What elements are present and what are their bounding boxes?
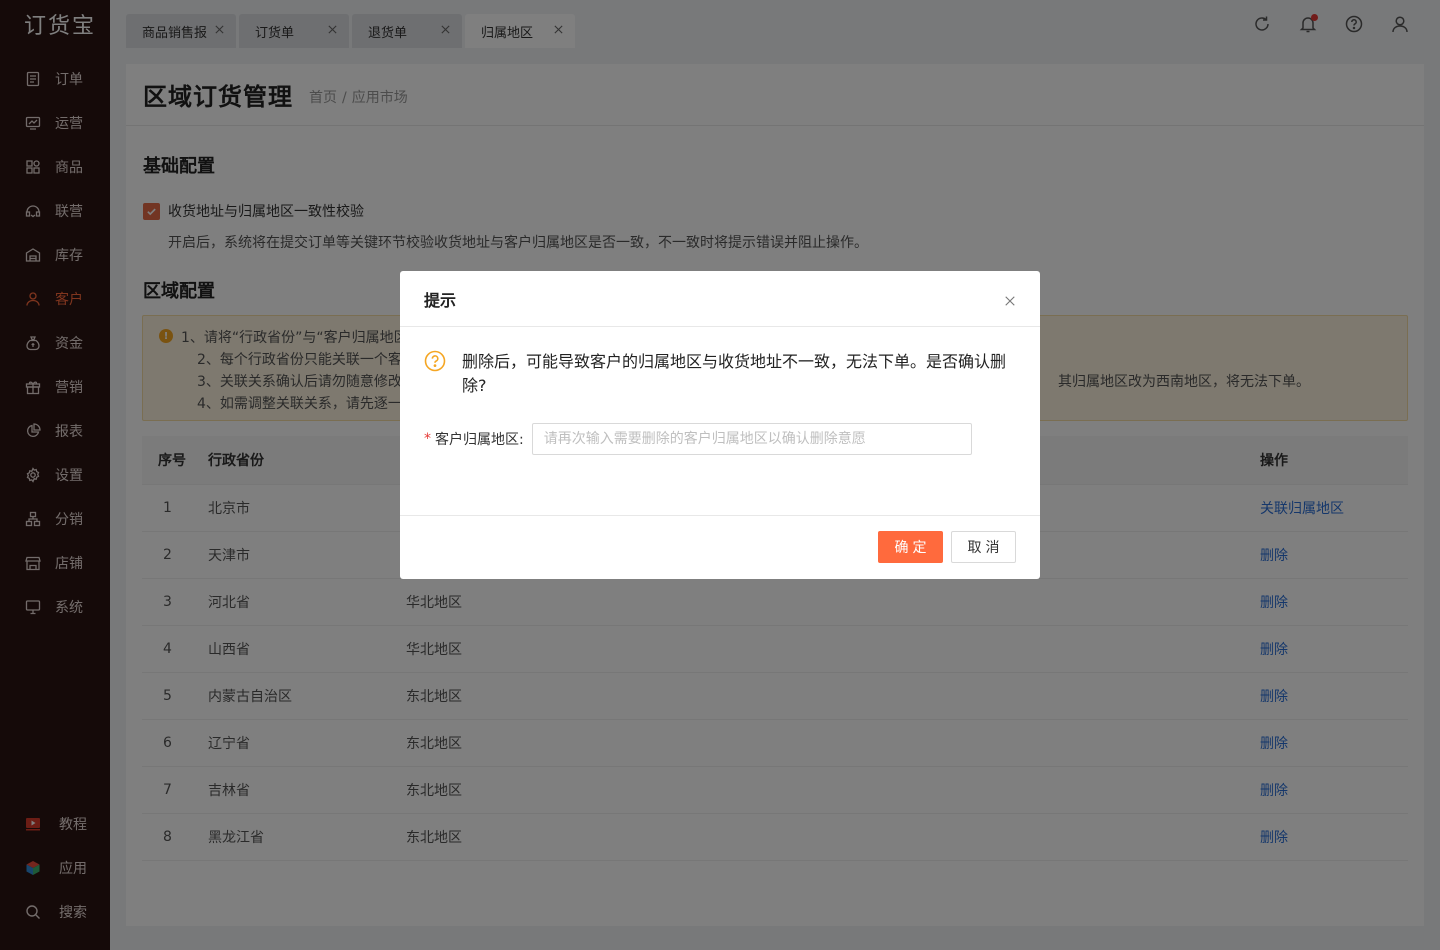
dialog-message-text: 删除后，可能导致客户的归属地区与收货地址不一致，无法下单。是否确认删除? xyxy=(462,352,1007,395)
required-mark: * xyxy=(424,431,431,447)
dialog-message: 删除后，可能导致客户的归属地区与收货地址不一致，无法下单。是否确认删除? xyxy=(424,350,1014,398)
delete-confirm-dialog: 提示 删除后，可能导致客户的归属地区与收货地址不一致，无法下单。是否确认删除? … xyxy=(400,271,1040,579)
dialog-form: * 客户归属地区: xyxy=(424,423,972,455)
region-confirm-input[interactable] xyxy=(531,423,972,455)
region-field-label: 客户归属地区: xyxy=(435,432,524,448)
dialog-title: 提示 xyxy=(424,290,457,310)
dialog-footer: 确定 取消 xyxy=(400,515,1040,579)
question-icon xyxy=(424,350,446,372)
cancel-button[interactable]: 取消 xyxy=(951,531,1016,563)
confirm-button[interactable]: 确定 xyxy=(878,531,943,563)
close-icon[interactable] xyxy=(1004,292,1018,306)
dialog-header: 提示 xyxy=(400,271,1040,327)
